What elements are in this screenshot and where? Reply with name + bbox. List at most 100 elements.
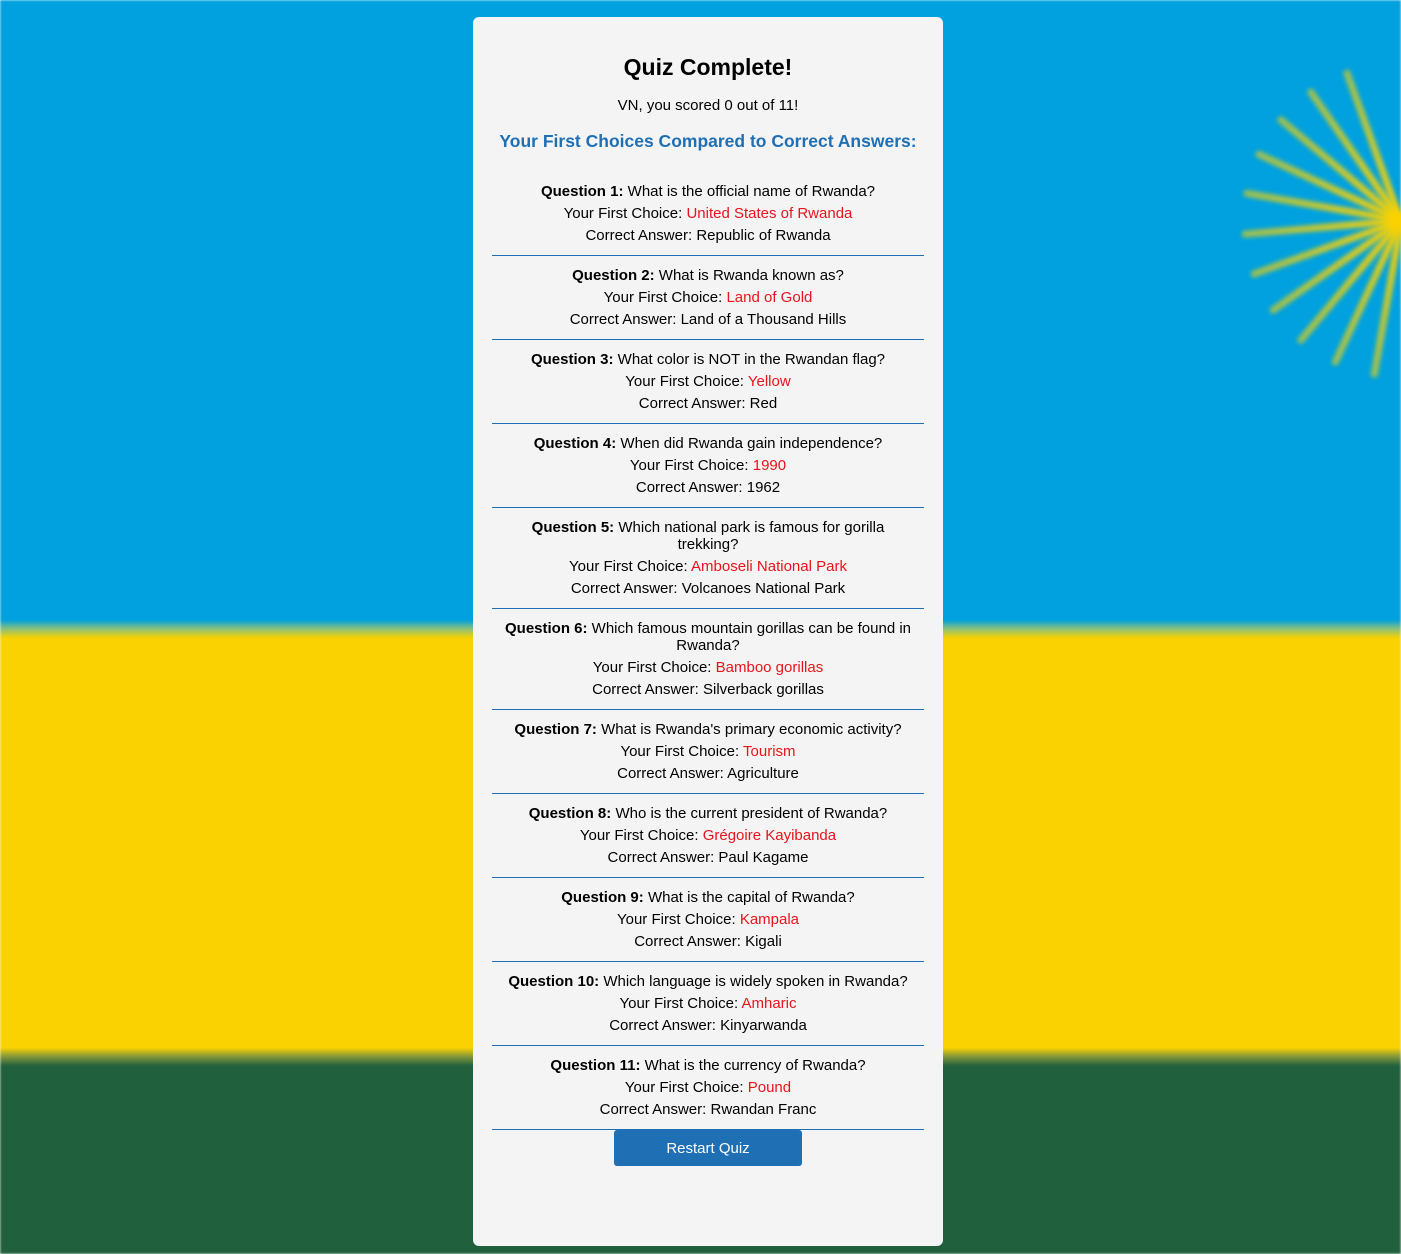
result-item: Question 6: Which famous mountain gorill… xyxy=(492,609,924,710)
first-choice-value: Bamboo gorillas xyxy=(715,659,824,676)
first-choice-line: Your First Choice: Tourism xyxy=(502,743,914,760)
correct-answer-label: Correct Answer: xyxy=(570,580,678,597)
first-choice-value: Kampala xyxy=(739,911,800,928)
correct-answer-line: Correct Answer: Land of a Thousand Hills xyxy=(502,311,914,328)
question-label: Question 5: xyxy=(531,519,615,536)
results-card: Quiz Complete! VN, you scored 0 out of 1… xyxy=(473,17,943,1246)
correct-answer-label: Correct Answer: xyxy=(599,1101,707,1118)
question-body: What is the capital of Rwanda? xyxy=(647,889,855,906)
correct-answer-label: Correct Answer: xyxy=(634,933,741,950)
first-choice-label: Your First Choice: xyxy=(625,373,744,390)
question-text: Question 6: Which famous mountain gorill… xyxy=(502,620,914,654)
question-text: Question 1: What is the official name of… xyxy=(502,183,914,200)
question-body: Which national park is famous for gorill… xyxy=(618,519,885,553)
question-text: Question 4: When did Rwanda gain indepen… xyxy=(502,435,914,452)
question-body: What is Rwanda's primary economic activi… xyxy=(601,721,902,738)
correct-answer-value: Land of a Thousand Hills xyxy=(680,311,847,328)
first-choice-value: Pound xyxy=(747,1079,792,1096)
first-choice-label: Your First Choice: xyxy=(569,558,688,575)
question-text: Question 11: What is the currency of Rwa… xyxy=(502,1057,914,1074)
correct-answer-label: Correct Answer: xyxy=(569,311,677,328)
correct-answer-label: Correct Answer: xyxy=(635,479,743,496)
question-body: What color is NOT in the Rwandan flag? xyxy=(617,351,886,368)
first-choice-value: Yellow xyxy=(747,373,791,390)
correct-answer-label: Correct Answer: xyxy=(607,849,715,866)
first-choice-label: Your First Choice: xyxy=(624,1079,744,1096)
first-choice-label: Your First Choice: xyxy=(616,911,736,928)
first-choice-line: Your First Choice: Yellow xyxy=(502,373,914,390)
correct-answer-value: 1962 xyxy=(746,479,781,496)
question-text: Question 2: What is Rwanda known as? xyxy=(502,267,914,284)
correct-answer-label: Correct Answer: xyxy=(638,395,746,412)
first-choice-line: Your First Choice: Amboseli National Par… xyxy=(502,558,914,575)
correct-answer-line: Correct Answer: Agriculture xyxy=(502,765,914,782)
result-item: Question 5: Which national park is famou… xyxy=(492,508,924,609)
first-choice-value: 1990 xyxy=(752,457,787,474)
question-label: Question 8: xyxy=(528,805,612,822)
correct-answer-line: Correct Answer: Volcanoes National Park xyxy=(502,580,914,597)
question-body: Who is the current president of Rwanda? xyxy=(615,805,888,822)
first-choice-line: Your First Choice: Kampala xyxy=(502,911,914,928)
score-text: VN, you scored 0 out of 11! xyxy=(617,97,799,114)
first-choice-value: United States of Rwanda xyxy=(686,205,853,222)
correct-answer-label: Correct Answer: xyxy=(617,765,724,782)
correct-answer-line: Correct Answer: Rwandan Franc xyxy=(502,1101,914,1118)
first-choice-label: Your First Choice: xyxy=(619,995,739,1012)
question-label: Question 1: xyxy=(540,183,624,200)
question-text: Question 10: Which language is widely sp… xyxy=(502,973,914,990)
correct-answer-label: Correct Answer: xyxy=(609,1017,716,1034)
result-item: Question 7: What is Rwanda's primary eco… xyxy=(492,710,924,794)
correct-answer-value: Paul Kagame xyxy=(718,849,809,866)
correct-answer-line: Correct Answer: Kigali xyxy=(502,933,914,950)
question-body: Which famous mountain gorillas can be fo… xyxy=(591,620,912,654)
question-label: Question 6: xyxy=(504,620,588,637)
first-choice-label: Your First Choice: xyxy=(603,289,723,306)
first-choice-line: Your First Choice: United States of Rwan… xyxy=(502,205,914,222)
first-choice-label: Your First Choice: xyxy=(629,457,749,474)
correct-answer-line: Correct Answer: 1962 xyxy=(502,479,914,496)
correct-answer-value: Republic of Rwanda xyxy=(696,227,831,244)
question-text: Question 8: Who is the current president… xyxy=(502,805,914,822)
question-text: Question 7: What is Rwanda's primary eco… xyxy=(502,721,914,738)
results-subtitle: Your First Choices Compared to Correct A… xyxy=(499,131,917,151)
first-choice-label: Your First Choice: xyxy=(620,743,740,760)
question-label: Question 10: xyxy=(508,973,600,990)
question-label: Question 3: xyxy=(530,351,614,368)
result-item: Question 2: What is Rwanda known as? Your… xyxy=(492,256,924,340)
first-choice-line: Your First Choice: Bamboo gorillas xyxy=(502,659,914,676)
first-choice-line: Your First Choice: Grégoire Kayibanda xyxy=(502,827,914,844)
question-label: Question 4: xyxy=(533,435,617,452)
first-choice-value: Land of Gold xyxy=(726,289,813,306)
result-item: Question 11: What is the currency of Rwa… xyxy=(492,1046,924,1130)
question-label: Question 2: xyxy=(572,267,655,284)
correct-answer-value: Rwandan Franc xyxy=(710,1101,817,1118)
correct-answer-value: Silverback gorillas xyxy=(702,681,824,698)
correct-answer-line: Correct Answer: Red xyxy=(502,395,914,412)
result-item: Question 10: Which language is widely sp… xyxy=(492,962,924,1046)
question-body: What is the official name of Rwanda? xyxy=(627,183,876,200)
correct-answer-line: Correct Answer: Silverback gorillas xyxy=(502,681,914,698)
correct-answer-value: Kinyarwanda xyxy=(720,1017,807,1034)
question-body: Which language is widely spoken in Rwand… xyxy=(603,973,908,990)
question-text: Question 5: Which national park is famou… xyxy=(502,519,914,553)
question-body: When did Rwanda gain independence? xyxy=(620,435,883,452)
first-choice-label: Your First Choice: xyxy=(592,659,712,676)
question-text: Question 9: What is the capital of Rwand… xyxy=(502,889,914,906)
results-list: Question 1: What is the official name of… xyxy=(492,172,924,1130)
correct-answer-line: Correct Answer: Republic of Rwanda xyxy=(502,227,914,244)
correct-answer-value: Volcanoes National Park xyxy=(681,580,846,597)
correct-answer-value: Red xyxy=(749,395,778,412)
first-choice-value: Amboseli National Park xyxy=(691,558,847,575)
question-label: Question 7: xyxy=(514,721,597,738)
question-text: Question 3: What color is NOT in the Rwa… xyxy=(502,351,914,368)
first-choice-label: Your First Choice: xyxy=(563,205,683,222)
first-choice-line: Your First Choice: 1990 xyxy=(502,457,914,474)
first-choice-line: Your First Choice: Land of Gold xyxy=(502,289,914,306)
page-title: Quiz Complete! xyxy=(623,54,793,80)
first-choice-label: Your First Choice: xyxy=(579,827,699,844)
correct-answer-label: Correct Answer: xyxy=(585,227,693,244)
correct-answer-line: Correct Answer: Kinyarwanda xyxy=(502,1017,914,1034)
first-choice-line: Your First Choice: Pound xyxy=(502,1079,914,1096)
restart-quiz-button[interactable]: Restart Quiz xyxy=(614,1130,802,1166)
first-choice-value: Amharic xyxy=(741,995,797,1012)
